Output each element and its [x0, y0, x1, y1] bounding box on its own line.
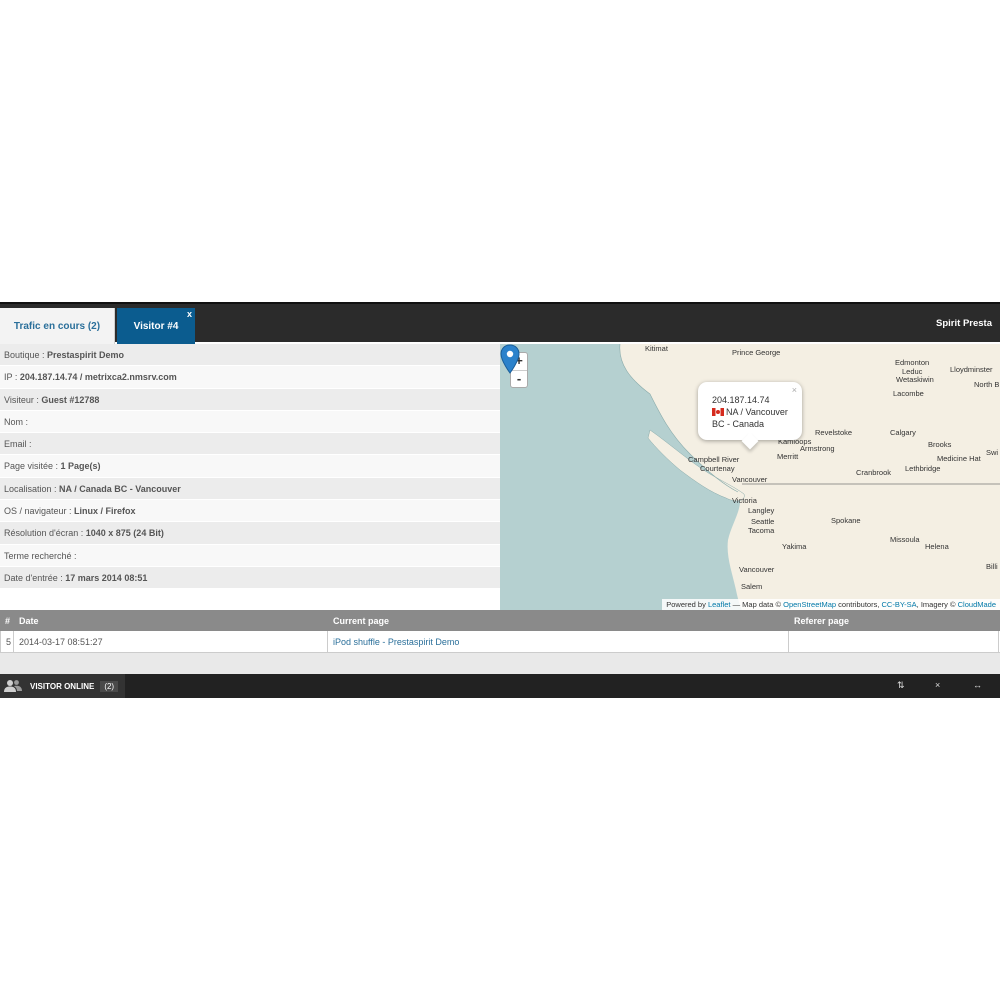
map-label: Lethbridge: [905, 464, 941, 473]
header-referer-page: Referer page: [794, 615, 850, 626]
info-row-email: Email :: [0, 433, 500, 456]
ccbysa-link[interactable]: CC-BY-SA: [882, 600, 917, 609]
map-label: Edmonton: [895, 358, 930, 367]
info-row-location: Localisation : NA / Canada BC - Vancouve…: [0, 477, 500, 501]
location-map[interactable]: + - Kitimat Prince George Edmonton Leduc…: [500, 344, 1000, 610]
map-label: Brooks: [928, 440, 952, 449]
map-label: Salem: [741, 582, 763, 591]
map-label: Seattle: [751, 517, 775, 526]
cell-current-page: iPod shuffle - Prestaspirit Demo: [328, 631, 789, 652]
map-label: Armstrong: [800, 444, 835, 453]
map-label: Merritt: [777, 452, 799, 461]
popup-region: BC - Canada: [712, 419, 765, 429]
tab-visitor-label: Visitor #4: [133, 320, 179, 332]
map-attribution: Powered by Leaflet — Map data © OpenStre…: [662, 599, 1000, 610]
visitor-online-toggle[interactable]: VISITOR ONLINE (2): [0, 674, 125, 698]
map-label: Swi: [986, 448, 999, 457]
current-page-link[interactable]: iPod shuffle - Prestaspirit Demo: [333, 637, 459, 647]
map-label: Yakima: [782, 542, 807, 551]
info-row-visitor: Visiteur : Guest #12788: [0, 388, 500, 411]
top-tab-bar: Trafic en cours (2) Visitor #4 x Spirit …: [0, 302, 1000, 344]
info-row-search-term: Terme recherché :: [0, 544, 500, 567]
users-icon: [4, 680, 22, 692]
visitor-monitor-app: Trafic en cours (2) Visitor #4 x Spirit …: [0, 302, 1000, 698]
info-row-os-browser: OS / navigateur : Linux / Firefox: [0, 500, 500, 523]
info-row-name: Nom :: [0, 410, 500, 434]
map-label: Cranbrook: [856, 468, 892, 477]
header-number: #: [5, 615, 11, 626]
brand-title: Spirit Presta: [936, 318, 992, 329]
popup-ip: 204.187.14.74: [712, 395, 770, 405]
location-popup: × 204.187.14.74 NA / Vancouver BC - Cana…: [698, 382, 802, 450]
cloudmade-link[interactable]: CloudMade: [958, 600, 996, 609]
map-label: Helena: [925, 542, 949, 551]
map-label: Calgary: [890, 428, 916, 437]
info-row-resolution: Résolution d'écran : 1040 x 875 (24 Bit): [0, 522, 500, 545]
visitor-info-list: Boutique : Prestaspirit Demo IP : 204.18…: [0, 344, 500, 610]
visitor-count-badge: (2): [100, 680, 119, 692]
canada-flag-icon: [712, 408, 724, 416]
map-label: Medicine Hat: [937, 454, 981, 463]
map-label: Courtenay: [700, 464, 735, 473]
map-label: Prince George: [732, 348, 781, 357]
bottom-bar: VISITOR ONLINE (2) ⇅ × ↔: [0, 674, 1000, 698]
header-date: Date: [19, 615, 39, 626]
map-label: Kitimat: [645, 344, 668, 353]
visit-history-table: # Date Current page Referer page 5 2014-…: [0, 610, 1000, 674]
visitor-online-label: VISITOR ONLINE: [30, 681, 95, 691]
map-marker-icon[interactable]: [500, 344, 520, 374]
map-label: Vancouver: [739, 565, 775, 574]
osm-link[interactable]: OpenStreetMap: [783, 600, 836, 609]
map-label: Langley: [748, 506, 775, 515]
info-row-ip: IP : 204.187.14.74 / metrixca2.nmsrv.com: [0, 366, 500, 389]
map-label: Spokane: [831, 516, 861, 525]
close-icon[interactable]: ×: [935, 680, 940, 691]
map-label: Missoula: [890, 535, 920, 544]
map-label: North B: [974, 380, 1000, 389]
popup-city: NA / Vancouver: [712, 406, 802, 418]
map-label: Revelstoke: [815, 428, 853, 437]
map-label: Vancouver: [732, 475, 768, 484]
table-row: 5 2014-03-17 08:51:27 iPod shuffle - Pre…: [0, 631, 1000, 653]
map-label: Campbell River: [688, 455, 740, 464]
cell-date: 2014-03-17 08:51:27: [14, 631, 328, 652]
map-label: Wetaskiwin: [896, 375, 934, 384]
resize-icon[interactable]: ⇅: [897, 680, 905, 691]
cell-referer-page: [789, 631, 999, 652]
info-row-pages: Page visitée : 1 Page(s): [0, 455, 500, 478]
info-row-shop: Boutique : Prestaspirit Demo: [0, 344, 500, 367]
expand-icon[interactable]: ↔: [973, 680, 982, 691]
map-label: Lacombe: [893, 389, 924, 398]
tab-traffic[interactable]: Trafic en cours (2): [0, 308, 115, 344]
tab-close-icon[interactable]: x: [187, 310, 192, 319]
leaflet-link[interactable]: Leaflet: [708, 600, 731, 609]
map-label: Lloydminster: [950, 365, 993, 374]
info-row-entry-date: Date d'entrée : 17 mars 2014 08:51: [0, 566, 500, 590]
map-label: Victoria: [732, 496, 757, 505]
map-label: Billi: [986, 562, 998, 571]
table-header: # Date Current page Referer page: [0, 610, 1000, 631]
map-label: Tacoma: [748, 526, 775, 535]
cell-number: 5: [0, 631, 14, 652]
tab-visitor[interactable]: Visitor #4 x: [117, 308, 195, 344]
popup-close-icon[interactable]: ×: [792, 384, 797, 396]
header-current-page: Current page: [333, 615, 390, 626]
